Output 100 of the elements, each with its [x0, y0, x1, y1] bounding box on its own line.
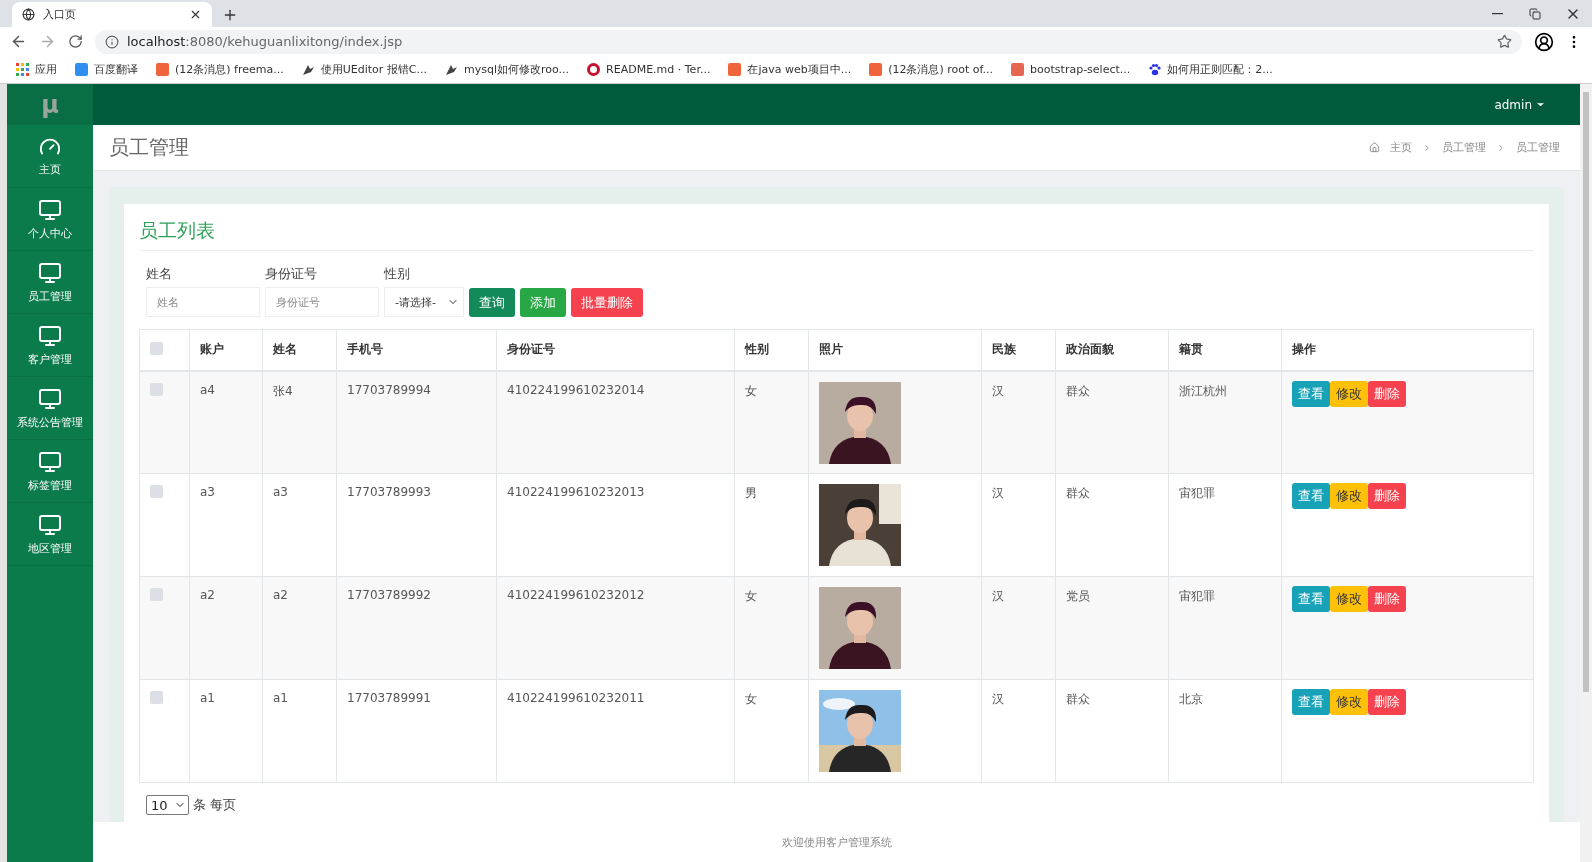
table-cell: 男: [745, 486, 757, 500]
table-cell: 汉: [992, 692, 1004, 706]
table-cell: 17703789991: [347, 691, 431, 705]
browser-tab[interactable]: 入口页: [12, 2, 212, 27]
breadcrumb-link[interactable]: 主页: [1390, 140, 1412, 155]
bookmark-link[interactable]: 如何用正则匹配：2...: [1148, 62, 1273, 77]
column-header: 照片: [808, 329, 982, 371]
plus-icon: [222, 7, 238, 23]
delete-button[interactable]: 删除: [1368, 689, 1406, 715]
table-cell: 汉: [992, 486, 1004, 500]
gender-select[interactable]: -请选择-: [384, 287, 464, 317]
table-cell: 宙犯罪: [1179, 589, 1215, 603]
view-button[interactable]: 查看: [1292, 483, 1330, 509]
monitor-icon: [38, 512, 62, 537]
table-cell: 宙犯罪: [1179, 486, 1215, 500]
delete-button[interactable]: 删除: [1368, 483, 1406, 509]
tab-title: 入口页: [43, 7, 77, 22]
scrollbar-thumb[interactable]: [1583, 92, 1589, 692]
table-cell: a3: [273, 485, 288, 499]
bookmark-link[interactable]: mysql如何修改roo...: [445, 62, 570, 77]
minimize-icon: [1491, 12, 1503, 15]
table-cell: a4: [200, 382, 215, 397]
edit-button[interactable]: 修改: [1330, 586, 1368, 612]
table-cell: 17703789992: [347, 588, 431, 602]
page-size-select[interactable]: 10: [146, 795, 189, 815]
card-title: 员工列表: [139, 218, 1534, 251]
column-header: 手机号: [336, 329, 497, 371]
bookmark-link[interactable]: (12条消息) root of...: [869, 62, 994, 77]
row-checkbox[interactable]: [150, 588, 163, 601]
delete-button[interactable]: 删除: [1368, 586, 1406, 612]
profile-icon[interactable]: [1534, 31, 1554, 52]
table-cell: 410224199610232013: [507, 485, 645, 499]
chevron-icon: [1496, 142, 1506, 153]
view-button[interactable]: 查看: [1292, 689, 1330, 715]
delete-button[interactable]: 删除: [1368, 380, 1406, 407]
filter-label: 姓名: [146, 265, 173, 283]
url-text: localhost:8080/kehuguanlixitong/index.jsp: [127, 34, 403, 49]
page-title: 员工管理: [109, 134, 189, 161]
monitor-icon: [38, 260, 62, 285]
monitor-icon: [38, 197, 62, 222]
bookmark-star-icon[interactable]: [1497, 34, 1512, 49]
filter-label: 性别: [384, 265, 411, 283]
column-header: 操作: [1281, 329, 1534, 371]
table-cell: 群众: [1066, 486, 1090, 500]
edit-button[interactable]: 修改: [1330, 380, 1368, 407]
address-bar[interactable]: localhost:8080/kehuguanlixitong/index.jsp: [95, 29, 1522, 54]
bookmark-link[interactable]: bootstrap-select...: [1011, 63, 1131, 76]
home-icon: [1369, 142, 1380, 153]
bookmark-link[interactable]: README.md · Ter...: [587, 63, 711, 76]
column-header: 性别: [734, 329, 809, 371]
table-cell: 17703789993: [347, 485, 431, 499]
bookmark-link[interactable]: 使用UEditor 报错C...: [301, 62, 427, 77]
filter-field[interactable]: 姓名: [146, 287, 260, 317]
forward-button[interactable]: [39, 33, 56, 50]
column-header: 政治面貌: [1055, 329, 1169, 371]
bookmark-link[interactable]: 应用: [16, 62, 57, 77]
globe-icon: [22, 8, 35, 21]
bookmark-link[interactable]: (12条消息) freema...: [156, 62, 284, 77]
bookmark-link[interactable]: 百度翻译: [75, 62, 138, 77]
table-cell: a1: [273, 691, 288, 705]
table-cell: 410224199610232012: [507, 588, 645, 602]
monitor-icon: [38, 386, 62, 411]
logo: μ: [7, 84, 93, 125]
table-cell: a2: [273, 588, 288, 602]
select-all-checkbox[interactable]: [150, 341, 163, 355]
table-cell: 女: [745, 589, 757, 603]
info-icon: [105, 34, 119, 49]
table-cell: 群众: [1066, 383, 1090, 398]
row-checkbox[interactable]: [150, 691, 163, 704]
close-icon[interactable]: [189, 8, 202, 21]
filter-field[interactable]: 身份证号: [265, 287, 379, 317]
add-button[interactable]: 添加: [520, 288, 566, 317]
view-button[interactable]: 查看: [1292, 586, 1330, 612]
back-button[interactable]: [10, 33, 27, 50]
table-cell: a2: [200, 588, 215, 602]
table-cell: 汉: [992, 383, 1004, 398]
edit-button[interactable]: 修改: [1330, 483, 1368, 509]
breadcrumb-link[interactable]: 员工管理: [1442, 140, 1486, 155]
table-cell: 浙江杭州: [1179, 383, 1227, 398]
view-button[interactable]: 查看: [1292, 380, 1330, 407]
table-cell: 党员: [1066, 589, 1090, 603]
row-checkbox[interactable]: [150, 382, 163, 396]
edit-button[interactable]: 修改: [1330, 689, 1368, 715]
table-cell: 汉: [992, 589, 1004, 603]
restore-icon: [1529, 7, 1541, 20]
column-header: 民族: [981, 329, 1056, 371]
search-button[interactable]: 查询: [469, 288, 515, 317]
table-cell: a3: [200, 485, 215, 499]
reload-button[interactable]: [68, 34, 83, 49]
row-checkbox[interactable]: [150, 485, 163, 498]
chevron-icon: [1422, 142, 1432, 153]
table-cell: 群众: [1066, 692, 1090, 706]
apps-icon: [16, 63, 29, 76]
user-menu[interactable]: admin: [1488, 96, 1552, 113]
batch-delete-button[interactable]: 批量删除: [571, 288, 643, 317]
table-cell: 张4: [273, 383, 293, 398]
bookmark-link[interactable]: 在java web项目中...: [728, 62, 852, 77]
table-cell: 410224199610232011: [507, 691, 645, 705]
breadcrumb-link[interactable]: 员工管理: [1516, 140, 1560, 155]
monitor-icon: [38, 323, 62, 348]
